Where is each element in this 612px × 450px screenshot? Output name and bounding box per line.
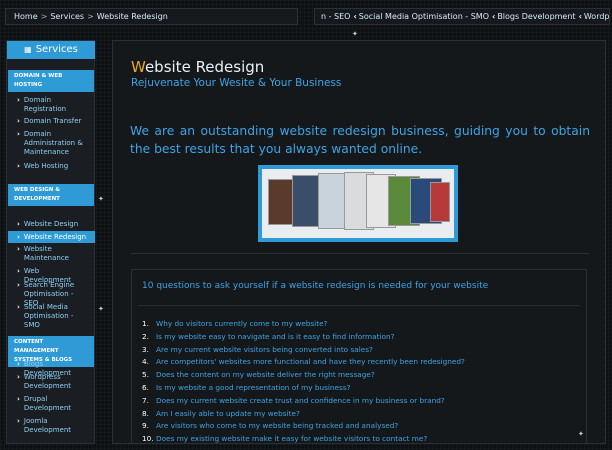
- main-content: Website Redesign Rejuvenate Your Wesite …: [112, 40, 606, 444]
- list-item-text: Is my website a good representation of m…: [156, 382, 351, 392]
- list-item-number: 3.: [142, 344, 149, 354]
- chevron-left-icon: ‹: [353, 12, 357, 21]
- list-item-text: Does the content on my website deliver t…: [156, 370, 375, 380]
- top-nav-item-smo[interactable]: Social Media Optimisation - SMO: [359, 12, 489, 21]
- sidebar-item-website-redesign[interactable]: › Website Redesign: [8, 231, 95, 243]
- chevron-right-icon: ›: [17, 417, 20, 425]
- top-nav-item-seo[interactable]: n - SEO: [321, 12, 350, 21]
- list-item: 4. Are competitors' websites more functio…: [142, 356, 465, 369]
- list-item: 2. Is my website easy to navigate and is …: [142, 331, 465, 344]
- list-item: 5. Does the content on my website deliver…: [142, 369, 465, 382]
- list-item-number: 10.: [142, 434, 154, 444]
- questions-title: 10 questions to ask yourself if a websit…: [142, 281, 489, 291]
- list-item-text: Does my existing website make it easy fo…: [156, 434, 428, 444]
- list-item: 9. Are visitors who come to my website be…: [142, 420, 465, 433]
- top-nav-item-wordpress[interactable]: Wordpress: [584, 12, 609, 21]
- sidebar-item-domain-transfer[interactable]: › Domain Transfer: [11, 117, 95, 126]
- breadcrumb: Home > Services > Website Redesign: [5, 8, 298, 25]
- questions-list: 1. Why do visitors currently come to my w…: [142, 318, 465, 446]
- list-item-text: Are visitors who come to my website bein…: [156, 421, 399, 431]
- breadcrumb-current: Website Redesign: [96, 12, 168, 21]
- page-subtitle: Rejuvenate Your Wesite & Your Business: [131, 77, 342, 89]
- sparkle-icon: ✦: [98, 195, 104, 203]
- list-item-text: Are my current website visitors being co…: [156, 344, 373, 354]
- chevron-right-icon: ›: [17, 117, 20, 125]
- chevron-right-icon: ›: [17, 245, 20, 253]
- screen-thumbnail: [430, 182, 450, 222]
- questions-divider: [138, 305, 580, 306]
- list-item: 7. Does my current website create trust a…: [142, 395, 465, 408]
- sparkle-icon: ✦: [98, 305, 104, 313]
- section-divider: [131, 253, 589, 254]
- sidebar-category-web-design: WEB DESIGN & DEVELOPMENT: [8, 184, 94, 206]
- page-title: Website Redesign: [131, 58, 264, 76]
- sidebar-item-smo[interactable]: › Social Media Optimisation - SMO: [11, 303, 95, 330]
- chevron-right-icon: ›: [17, 220, 20, 228]
- page-title-rest: ebsite Redesign: [144, 58, 265, 76]
- chevron-right-icon: ›: [17, 360, 20, 368]
- sidebar-item-domain-administration[interactable]: › Domain Administration & Maintenance: [11, 130, 95, 157]
- chevron-right-icon: ›: [17, 373, 20, 381]
- list-item-number: 6.: [142, 382, 149, 392]
- breadcrumb-separator: >: [87, 12, 94, 21]
- breadcrumb-home[interactable]: Home: [14, 12, 38, 21]
- list-item: 1. Why do visitors currently come to my w…: [142, 318, 465, 331]
- chevron-right-icon: ›: [17, 281, 20, 289]
- sidebar-item-wordpress-development[interactable]: › Wordpress Development: [11, 373, 95, 391]
- sidebar-item-website-maintenance[interactable]: › Website Maintenance: [11, 245, 95, 263]
- list-item-text: Does my current website create trust and…: [156, 395, 445, 405]
- chevron-right-icon: ›: [17, 162, 20, 170]
- breadcrumb-separator: >: [40, 12, 48, 21]
- website-screens-illustration: [262, 169, 454, 238]
- sidebar-category-hosting: DOMAIN & WEB HOSTING: [8, 70, 94, 92]
- grid-icon: ▦: [24, 45, 32, 54]
- list-item-number: 2.: [142, 331, 149, 341]
- services-sidebar: ▦ Services DOMAIN & WEB HOSTING › Domain R…: [6, 40, 95, 444]
- sidebar-title: Services: [35, 44, 78, 55]
- breadcrumb-services[interactable]: Services: [50, 12, 84, 21]
- questions-panel: 10 questions to ask yourself if a websit…: [131, 269, 587, 444]
- sparkle-icon: ✦: [352, 30, 358, 38]
- intro-paragraph: We are an outstanding website redesign b…: [130, 124, 590, 156]
- sidebar-item-drupal-development[interactable]: › Drupal Development: [11, 395, 95, 413]
- chevron-left-icon: ‹: [578, 12, 582, 21]
- hero-image: [258, 165, 458, 242]
- list-item-number: 9.: [142, 421, 149, 431]
- list-item-number: 4.: [142, 357, 149, 367]
- list-item-number: 1.: [142, 319, 149, 328]
- list-item-number: 7.: [142, 395, 149, 405]
- page-title-initial: W: [131, 58, 145, 76]
- list-item: 3. Are my current website visitors being …: [142, 344, 465, 357]
- chevron-right-icon: ›: [17, 96, 20, 104]
- sparkle-icon: ✦: [578, 430, 584, 438]
- chevron-right-icon: ›: [17, 130, 20, 138]
- sidebar-item-domain-registration[interactable]: › Domain Registration: [11, 96, 95, 114]
- chevron-right-icon: ›: [17, 267, 20, 275]
- list-item-text: Am I easily able to update my website?: [156, 408, 300, 418]
- list-item: 10. Does my existing website make it easy…: [142, 433, 465, 446]
- list-item-number: 8.: [142, 408, 149, 418]
- top-nav-item-blogs[interactable]: Blogs Development: [497, 12, 575, 21]
- list-item-text: Is my website easy to navigate and is it…: [156, 331, 395, 341]
- chevron-right-icon: ›: [17, 395, 20, 403]
- sidebar-item-website-design[interactable]: › Website Design: [11, 220, 95, 229]
- top-nav-ticker: n - SEO ‹ Social Media Optimisation - SMO ‹…: [314, 8, 610, 25]
- list-item-number: 5.: [142, 370, 149, 380]
- list-item-text: Why do visitors currently come to my web…: [156, 319, 328, 328]
- list-item: 6. Is my website a good representation of…: [142, 382, 465, 395]
- sidebar-item-web-hosting[interactable]: › Web Hosting: [11, 162, 95, 171]
- chevron-right-icon: ›: [17, 303, 20, 311]
- sidebar-item-joomla-development[interactable]: › Joomla Development: [11, 417, 95, 435]
- sidebar-header: ▦ Services: [7, 41, 95, 59]
- list-item: 8. Am I easily able to update my website?: [142, 408, 465, 421]
- chevron-right-icon: ›: [17, 233, 20, 241]
- list-item-text: Are competitors' websites more functiona…: [156, 357, 465, 367]
